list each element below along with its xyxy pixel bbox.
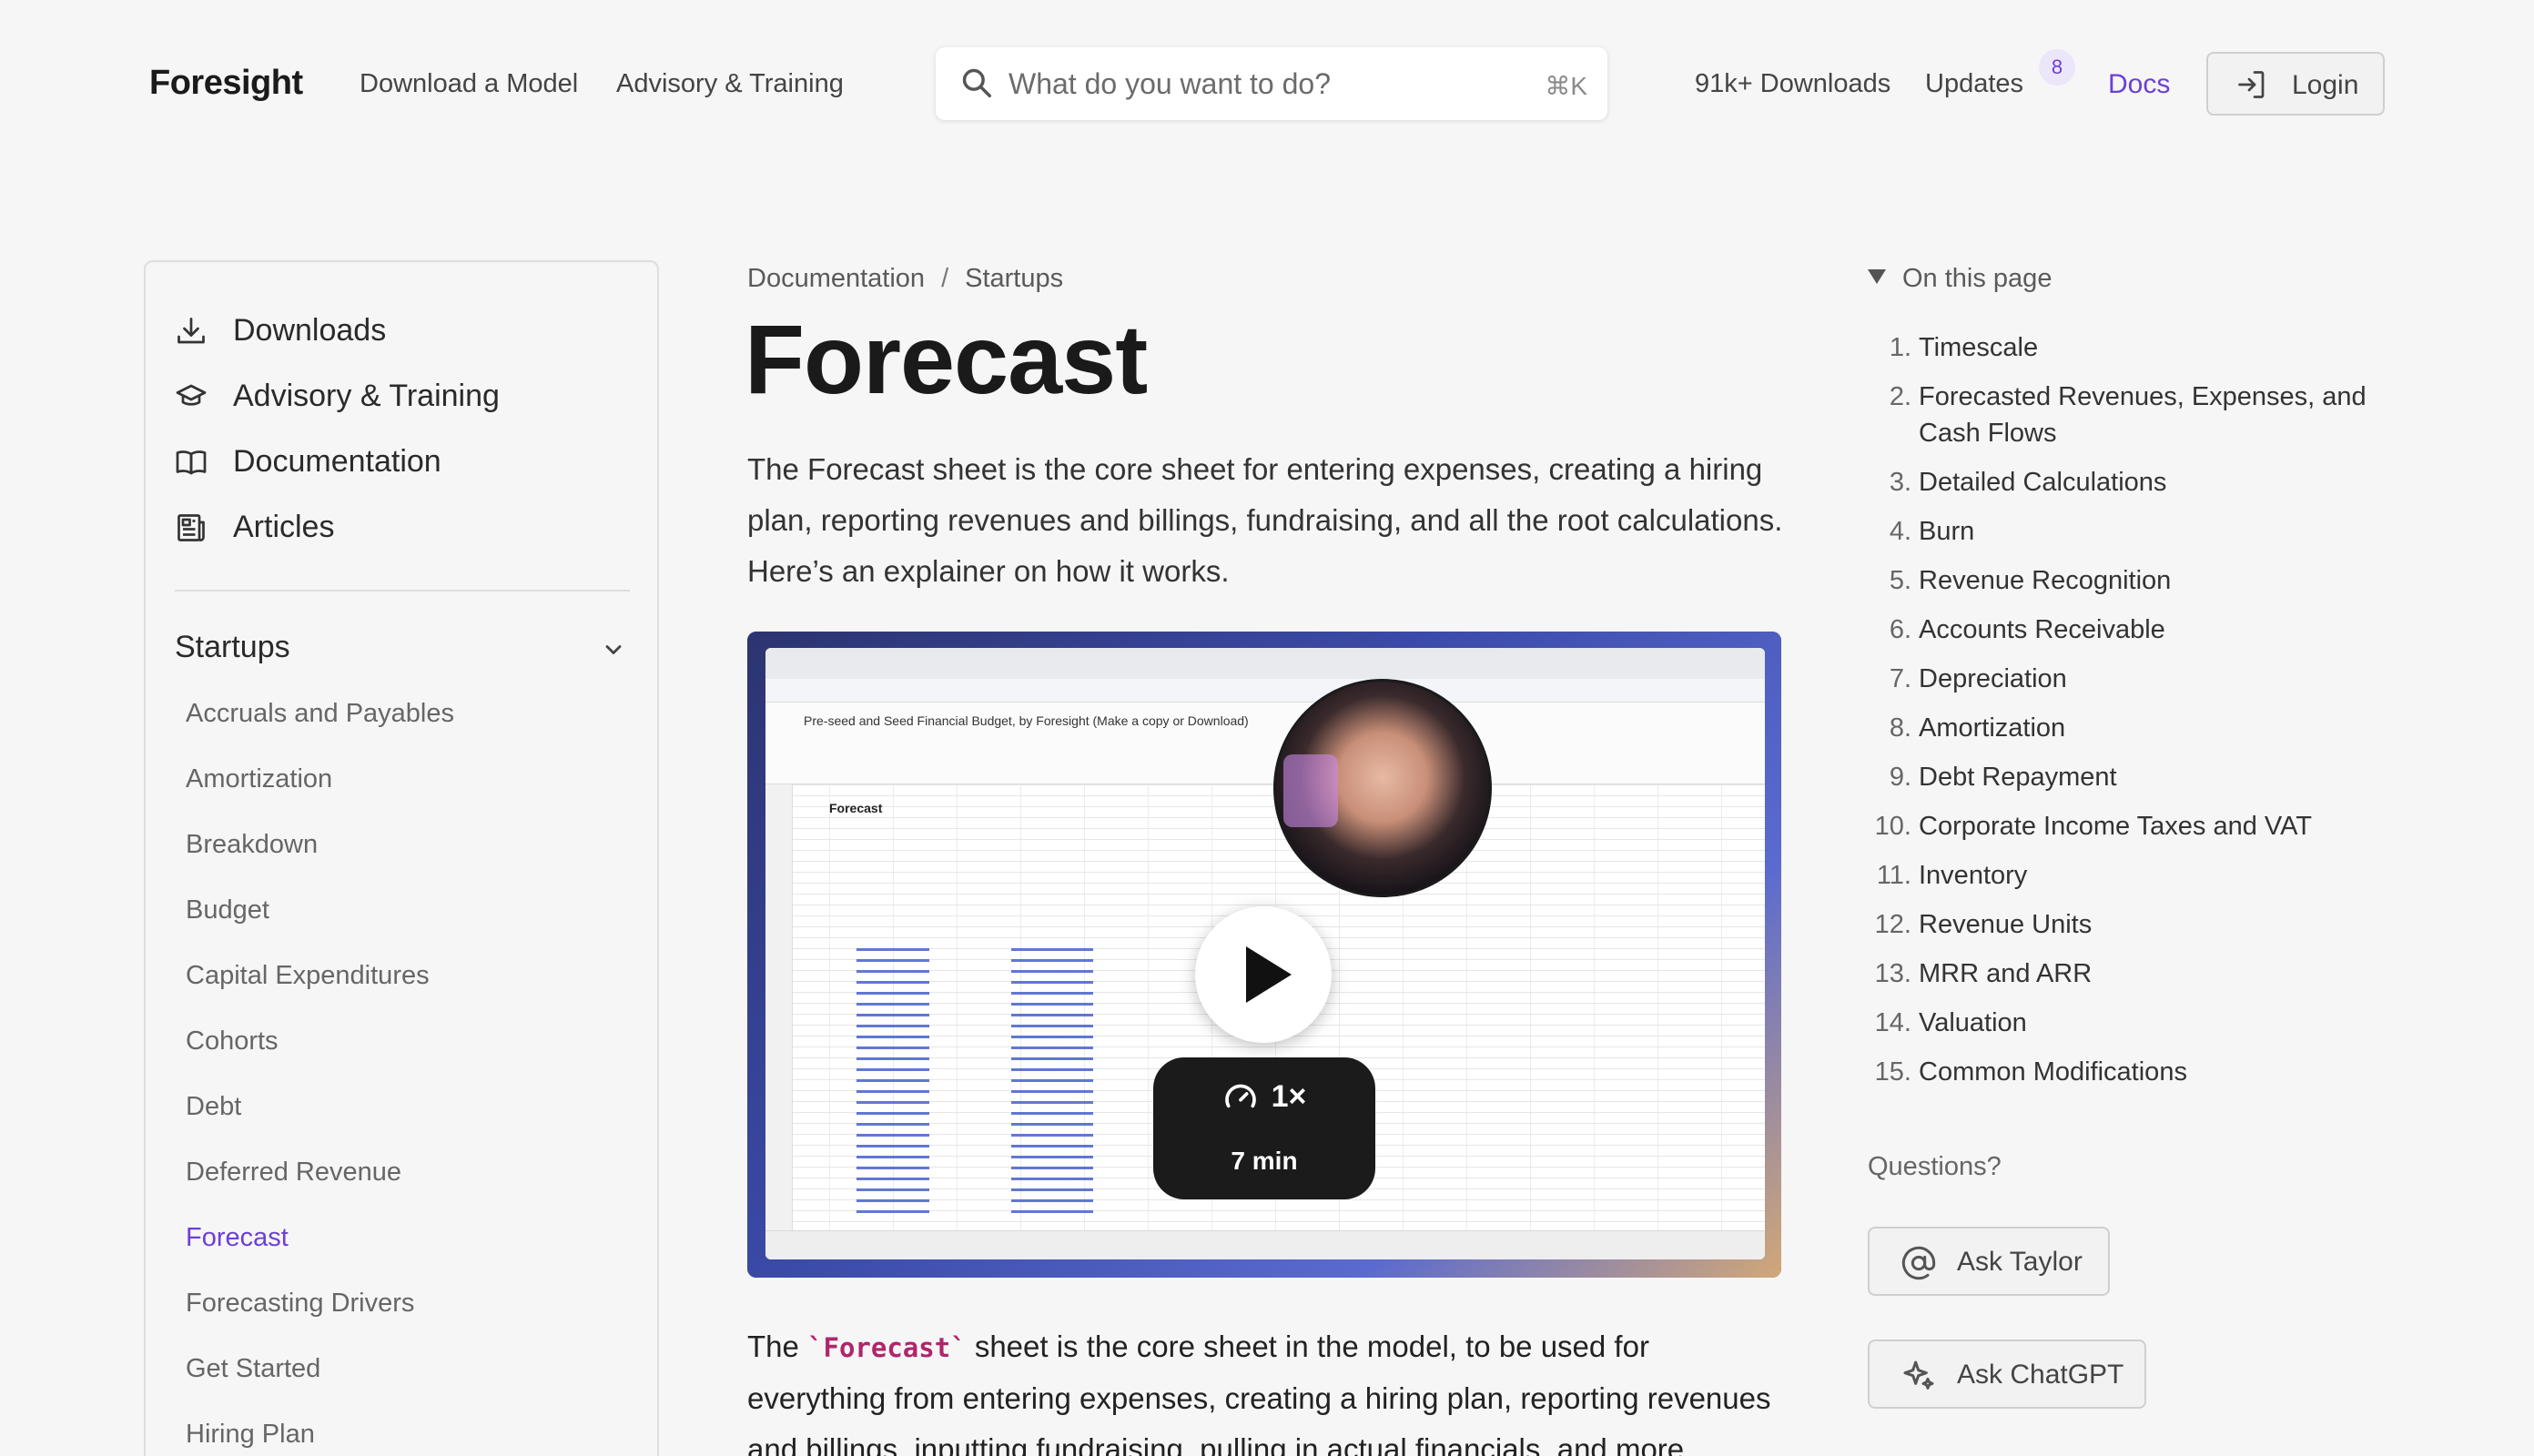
toc-number: 8. [1889, 713, 1911, 743]
sidebar: Downloads Advisory & Training Documentat… [144, 260, 659, 1456]
presenter-facecam [1273, 679, 1492, 897]
toc-heading: On this page [1902, 264, 2053, 293]
toc-label: Forecasted Revenues, Expenses, and Cash … [1919, 382, 2367, 448]
inline-code: `Forecast` [807, 1332, 967, 1363]
toc-toggle[interactable]: On this page [1868, 264, 2052, 294]
toc-label: Corporate Income Taxes and VAT [1919, 812, 2312, 841]
toc-label: Burn [1919, 517, 1975, 546]
questions-heading: Questions? [1868, 1152, 2002, 1181]
playback-controls[interactable]: 1× 7 min [1153, 1057, 1375, 1199]
toc-label: Accounts Receivable [1919, 615, 2165, 644]
sidebar-item-hiring-plan[interactable]: Hiring Plan [186, 1420, 315, 1450]
search-icon [962, 68, 991, 97]
graduation-cap-icon [176, 384, 207, 406]
play-button[interactable] [1195, 906, 1332, 1043]
search-shortcut: ⌘K [1545, 72, 1587, 100]
video-sheet-title: Forecast [829, 801, 883, 815]
body-text-prefix: The [747, 1330, 808, 1363]
speed-gauge-icon [1224, 1084, 1256, 1108]
breadcrumb-separator: / [941, 264, 949, 293]
toc-label: Common Modifications [1919, 1057, 2187, 1087]
video-doc-title: Pre-seed and Seed Financial Budget, by F… [804, 713, 1249, 728]
playback-speed-button[interactable]: 1× [1153, 1079, 1375, 1117]
play-icon [1246, 946, 1292, 1003]
top-navigation: Foresight Download a Model Advisory & Tr… [0, 0, 2534, 173]
toc-label: Depreciation [1919, 664, 2067, 693]
sidebar-item-deferred-revenue[interactable]: Deferred Revenue [186, 1158, 401, 1188]
sidebar-item-breakdown[interactable]: Breakdown [186, 830, 318, 860]
breadcrumb-documentation[interactable]: Documentation [747, 264, 925, 294]
sidebar-item-budget[interactable]: Budget [186, 895, 269, 925]
toc-label: Timescale [1919, 333, 2039, 362]
download-icon [177, 318, 205, 344]
video-player[interactable]: Pre-seed and Seed Financial Budget, by F… [747, 632, 1781, 1278]
downloads-count-link[interactable]: 91k+ Downloads [1695, 69, 1890, 99]
ask-chatgpt-button[interactable]: Ask ChatGPT [1868, 1340, 2146, 1409]
chevron-down-icon[interactable] [601, 637, 626, 662]
sidebar-divider [175, 590, 630, 592]
video-duration: 7 min [1231, 1147, 1298, 1175]
toc-label: Revenue Recognition [1919, 566, 2172, 595]
toc-number: 6. [1889, 615, 1911, 644]
toc-number: 12. [1874, 910, 1911, 939]
sidebar-item-label: Advisory & Training [233, 379, 500, 413]
toc-number: 15. [1874, 1057, 1911, 1087]
sidebar-item-debt[interactable]: Debt [186, 1092, 241, 1122]
sidebar-item-label: Documentation [233, 444, 441, 479]
toc-label: Detailed Calculations [1919, 468, 2167, 497]
at-sign-icon [1901, 1246, 1936, 1280]
brand-logo[interactable]: Foresight [149, 64, 303, 103]
login-button[interactable]: Login [2206, 52, 2385, 116]
newspaper-icon [177, 514, 205, 541]
ask-chatgpt-label: Ask ChatGPT [1957, 1360, 2124, 1390]
sidebar-item-accruals-and-payables[interactable]: Accruals and Payables [186, 699, 454, 729]
intro-paragraph: The Forecast sheet is the core sheet for… [747, 452, 1783, 588]
login-label: Login [2292, 70, 2359, 100]
toc-label: Inventory [1919, 861, 2028, 890]
toc-number: 3. [1889, 468, 1911, 497]
toc-label: Amortization [1919, 713, 2066, 743]
sidebar-item-forecasting-drivers[interactable]: Forecasting Drivers [186, 1289, 414, 1319]
sidebar-item-cohorts[interactable]: Cohorts [186, 1026, 279, 1057]
updates-badge: 8 [2039, 49, 2075, 86]
toc-label: Debt Repayment [1919, 763, 2117, 792]
body-paragraph: The `Forecast` sheet is the core sheet i… [747, 1321, 1794, 1456]
ask-taylor-label: Ask Taylor [1957, 1247, 2083, 1277]
toc-number: 2. [1889, 382, 1911, 411]
sidebar-item-label: Downloads [233, 313, 387, 348]
toc-number: 14. [1874, 1008, 1911, 1037]
docs-link[interactable]: Docs [2108, 69, 2170, 100]
toc-number: 4. [1889, 517, 1911, 546]
toc-label: Valuation [1919, 1008, 2027, 1037]
toc-number: 11. [1876, 861, 1911, 890]
sidebar-item-forecast[interactable]: Forecast [186, 1223, 289, 1253]
toc-label: MRR and ARR [1919, 959, 2093, 988]
toc-label: Revenue Units [1919, 910, 2093, 939]
breadcrumb-startups[interactable]: Startups [965, 264, 1063, 294]
search-placeholder: What do you want to do? [1009, 67, 1331, 100]
toc-number: 7. [1889, 664, 1911, 693]
sidebar-section-startups[interactable]: Startups [175, 630, 290, 665]
login-icon [2238, 71, 2265, 98]
ask-taylor-button[interactable]: Ask Taylor [1868, 1227, 2110, 1296]
playback-speed: 1× [1271, 1079, 1307, 1114]
page-title: Forecast [745, 304, 1148, 414]
sidebar-item-label: Articles [233, 510, 335, 544]
search-input[interactable]: What do you want to do? ⌘K [936, 47, 1607, 120]
sidebar-item-get-started[interactable]: Get Started [186, 1354, 320, 1384]
sidebar-item-amortization[interactable]: Amortization [186, 764, 332, 794]
sidebar-item-capital-expenditures[interactable]: Capital Expenditures [186, 961, 430, 991]
book-icon [176, 450, 207, 475]
toc-number: 9. [1889, 763, 1911, 792]
sparkles-icon [1903, 1360, 1934, 1390]
toc-number: 10. [1874, 812, 1911, 841]
toc-number: 5. [1889, 566, 1911, 595]
toc-number: 13. [1874, 959, 1911, 988]
breadcrumb: Documentation / Startups [747, 264, 1063, 294]
triangle-down-icon [1868, 269, 1886, 285]
updates-link[interactable]: Updates [1925, 69, 2023, 99]
nav-advisory-training[interactable]: Advisory & Training [616, 69, 844, 99]
nav-download-model[interactable]: Download a Model [360, 69, 578, 99]
toc-number: 1. [1889, 333, 1911, 362]
